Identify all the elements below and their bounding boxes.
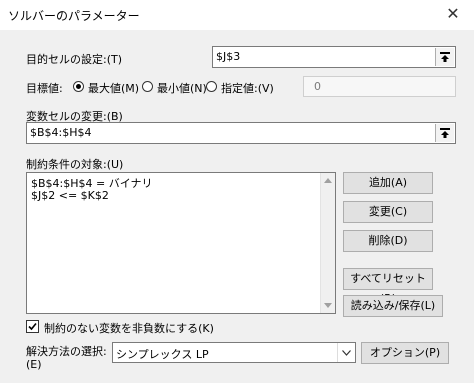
scroll-up-icon[interactable] bbox=[324, 178, 332, 183]
nonnegative-checkbox[interactable] bbox=[26, 320, 39, 333]
method-dropdown[interactable]: シンプレックス LP bbox=[112, 342, 356, 363]
objective-label: 目的セルの設定:(T) bbox=[26, 53, 123, 66]
window-title: ソルバーのパラメーター bbox=[8, 9, 140, 23]
chevron-down-icon bbox=[342, 350, 351, 356]
collapse-dialog-button[interactable] bbox=[435, 124, 454, 142]
radio-max[interactable] bbox=[73, 81, 84, 92]
radio-selected-dot bbox=[76, 84, 81, 89]
target-value: 0 bbox=[314, 80, 321, 93]
target-label: 目標値: bbox=[26, 82, 63, 95]
objective-cell-input[interactable]: $J$3 bbox=[212, 46, 456, 68]
method-label: 解決方法の選択: bbox=[26, 345, 107, 358]
nonnegative-label[interactable]: 制約のない変数を非負数にする(K) bbox=[44, 320, 214, 336]
radio-value-of-label[interactable]: 指定値:(V) bbox=[221, 80, 274, 96]
load-save-button[interactable]: 読み込み/保存(L) bbox=[343, 295, 443, 317]
reset-all-button[interactable]: すべてリセット(R) bbox=[343, 268, 433, 305]
method-selected: シンプレックス LP bbox=[116, 348, 209, 361]
dropdown-arrow[interactable] bbox=[337, 343, 355, 362]
options-button[interactable]: オプション(P) bbox=[361, 342, 449, 364]
objective-cell-value: $J$3 bbox=[216, 50, 241, 63]
variable-cells-input[interactable]: $B$4:$H$4 bbox=[26, 122, 456, 144]
add-button[interactable]: 追加(A) bbox=[343, 172, 433, 194]
radio-min-label[interactable]: 最小値(N) bbox=[157, 80, 207, 96]
change-button[interactable]: 変更(C) bbox=[343, 201, 433, 223]
target-value-input[interactable]: 0 bbox=[303, 76, 456, 97]
title-bar: ソルバーのパラメーター ✕ bbox=[0, 0, 474, 30]
radio-max-label[interactable]: 最大値(M) bbox=[88, 80, 139, 96]
radio-min[interactable] bbox=[142, 81, 153, 92]
variable-cells-value: $B$4:$H$4 bbox=[30, 126, 92, 139]
radio-value-of[interactable] bbox=[206, 81, 217, 92]
checkmark-icon bbox=[28, 322, 37, 331]
delete-button[interactable]: 削除(D) bbox=[343, 230, 433, 252]
close-icon[interactable]: ✕ bbox=[441, 3, 465, 25]
constraints-list[interactable]: $B$4:$H$4 = バイナリ $J$2 <= $K$2 bbox=[26, 172, 336, 314]
collapse-icon bbox=[440, 52, 450, 62]
constraints-label: 制約条件の対象:(U) bbox=[26, 158, 124, 171]
constraints-scrollbar[interactable] bbox=[320, 173, 335, 313]
constraint-item[interactable]: $J$2 <= $K$2 bbox=[31, 189, 109, 202]
collapse-icon bbox=[440, 128, 450, 138]
method-label-accel: (E) bbox=[26, 358, 42, 371]
scroll-down-icon[interactable] bbox=[324, 303, 332, 308]
collapse-dialog-button[interactable] bbox=[435, 48, 454, 66]
